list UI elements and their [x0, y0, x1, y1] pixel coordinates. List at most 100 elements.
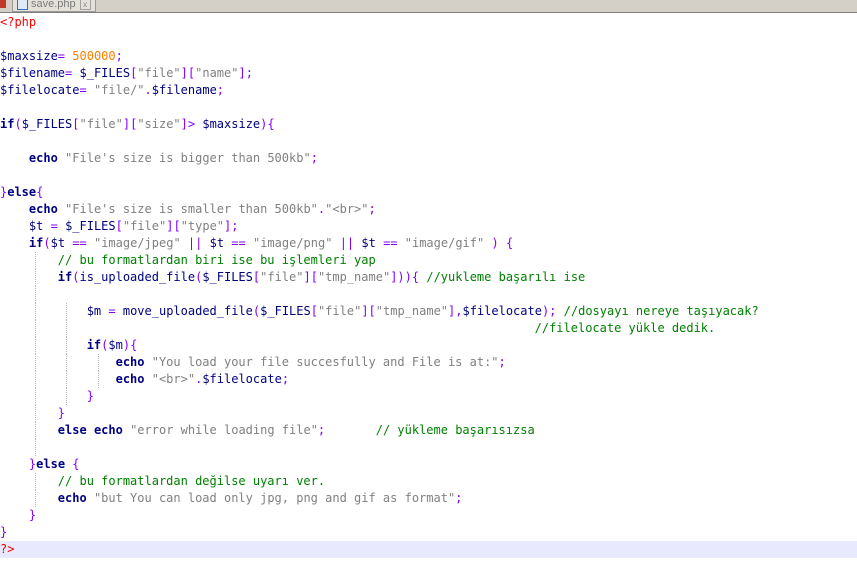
code-line[interactable] — [0, 31, 857, 48]
code-line[interactable]: echo "File's size is bigger than 500kb"; — [0, 150, 857, 167]
code-function: is_uploaded_file — [79, 270, 196, 284]
code-operator: ){ — [122, 338, 138, 352]
code-variable: $_FILES — [79, 66, 131, 80]
tab-save-php[interactable]: save.php x — [12, 0, 96, 12]
code-operator: ]; — [238, 66, 253, 80]
code-operator: [ — [115, 219, 123, 233]
code-keyword: else — [57, 423, 87, 437]
code-line[interactable]: // bu formatlardan biri ise bu işlemleri… — [0, 252, 857, 269]
code-string: "file" — [317, 304, 362, 318]
code-keyword: if — [86, 338, 102, 352]
code-number: 500000 — [72, 49, 116, 63]
code-operator: ; — [498, 355, 506, 369]
code-string: "name" — [195, 66, 239, 80]
code-line[interactable]: } — [0, 524, 857, 541]
code-string: "but You can load only jpg, png and gif … — [93, 491, 456, 505]
code-line[interactable]: if($_FILES["file"]["size"]> $maxsize){ — [0, 116, 857, 133]
code-line[interactable] — [0, 439, 857, 456]
code-operator: { — [36, 185, 44, 199]
code-variable: $maxsize — [0, 49, 58, 63]
code-operator: } — [86, 389, 94, 403]
code-line[interactable]: echo "File's size is smaller than 500kb"… — [0, 201, 857, 218]
code-line[interactable]: $maxsize= 500000; — [0, 48, 857, 65]
indent-guide — [66, 303, 67, 320]
code-keyword: if — [57, 270, 73, 284]
code-line[interactable]: // bu formatlardan değilse uyarı ver. — [0, 473, 857, 490]
code-line[interactable] — [0, 167, 857, 184]
php-tag: ?> — [0, 542, 15, 556]
code-line[interactable]: $m = move_uploaded_file($_FILES["file"][… — [0, 303, 857, 320]
code-operator: ]> — [180, 117, 196, 131]
code-operator: . — [144, 83, 152, 97]
code-keyword: echo — [115, 355, 145, 369]
indent-guide — [35, 371, 36, 388]
code-operator: ( — [43, 236, 51, 250]
code-line[interactable]: } — [0, 405, 857, 422]
code-editor[interactable]: <?php $maxsize= 500000; $filename= $_FILES… — [0, 12, 857, 565]
code-operator: ]; — [224, 219, 239, 233]
code-operator: || — [339, 236, 355, 250]
code-line[interactable] — [0, 99, 857, 116]
code-keyword: if — [0, 117, 15, 131]
code-line[interactable]: $filename= $_FILES["file"]["name"]; — [0, 65, 857, 82]
code-keyword: echo — [28, 151, 58, 165]
code-line[interactable]: $filelocate= "file/".$filename; — [0, 82, 857, 99]
code-line[interactable]: <?php — [0, 14, 857, 31]
code-operator: ) — [491, 236, 499, 250]
code-line[interactable]: if($m){ — [0, 337, 857, 354]
code-operator: ; — [216, 83, 225, 97]
code-operator: = — [108, 304, 116, 318]
code-line[interactable]: ?> — [0, 541, 857, 558]
indent-guide — [98, 354, 99, 371]
code-string: "size" — [137, 117, 181, 131]
code-line[interactable]: else echo "error while loading file"; //… — [0, 422, 857, 439]
code-comment: // bu formatlardan biri ise bu işlemleri… — [57, 253, 376, 267]
previous-tab-edge[interactable] — [0, 0, 6, 8]
code-variable: $filename — [151, 83, 217, 97]
code-line[interactable]: echo "<br>".$filelocate; — [0, 371, 857, 388]
indent-guide — [35, 388, 36, 405]
code-variable: $maxsize — [202, 117, 261, 131]
code-comment: // bu formatlardan değilse uyarı ver. — [57, 474, 326, 488]
code-variable: $t — [361, 236, 376, 250]
code-string: "file" — [122, 219, 167, 233]
code-line[interactable]: echo "but You can load only jpg, png and… — [0, 490, 857, 507]
close-icon[interactable]: x — [79, 0, 91, 10]
code-string: "file" — [260, 270, 304, 284]
code-line[interactable] — [0, 286, 857, 303]
code-line[interactable]: } — [0, 507, 857, 524]
code-operator: ])) — [390, 270, 412, 284]
code-operator: ){ — [260, 117, 275, 131]
code-line[interactable]: $t = $_FILES["file"]["type"]; — [0, 218, 857, 235]
indent-guide — [35, 286, 36, 303]
indent-guide — [35, 252, 36, 269]
code-line[interactable]: }else { — [0, 456, 857, 473]
code-string: "File's size is bigger than 500kb" — [65, 151, 311, 165]
code-operator: { — [72, 457, 80, 471]
code-line[interactable] — [0, 133, 857, 150]
code-line[interactable]: echo "You load your file succesfully and… — [0, 354, 857, 371]
code-line[interactable]: //filelocate yükle dedik. — [0, 320, 857, 337]
code-variable: $_FILES — [21, 117, 73, 131]
code-line[interactable]: if($t == "image/jpeg" || $t == "image/pn… — [0, 235, 857, 252]
code-operator: [ — [310, 304, 318, 318]
code-string: "image/jpeg" — [93, 236, 181, 250]
code-line[interactable]: } — [0, 388, 857, 405]
code-string: "<br>" — [325, 202, 369, 216]
code-line[interactable]: }else{ — [0, 184, 857, 201]
code-operator: ; — [281, 372, 290, 386]
code-operator: == — [231, 236, 246, 250]
code-line[interactable]: if(is_uploaded_file($_FILES["file"]["tmp… — [0, 269, 857, 286]
code-variable: $_FILES — [202, 270, 253, 284]
code-keyword: echo — [57, 491, 87, 505]
indent-guide — [35, 439, 36, 456]
